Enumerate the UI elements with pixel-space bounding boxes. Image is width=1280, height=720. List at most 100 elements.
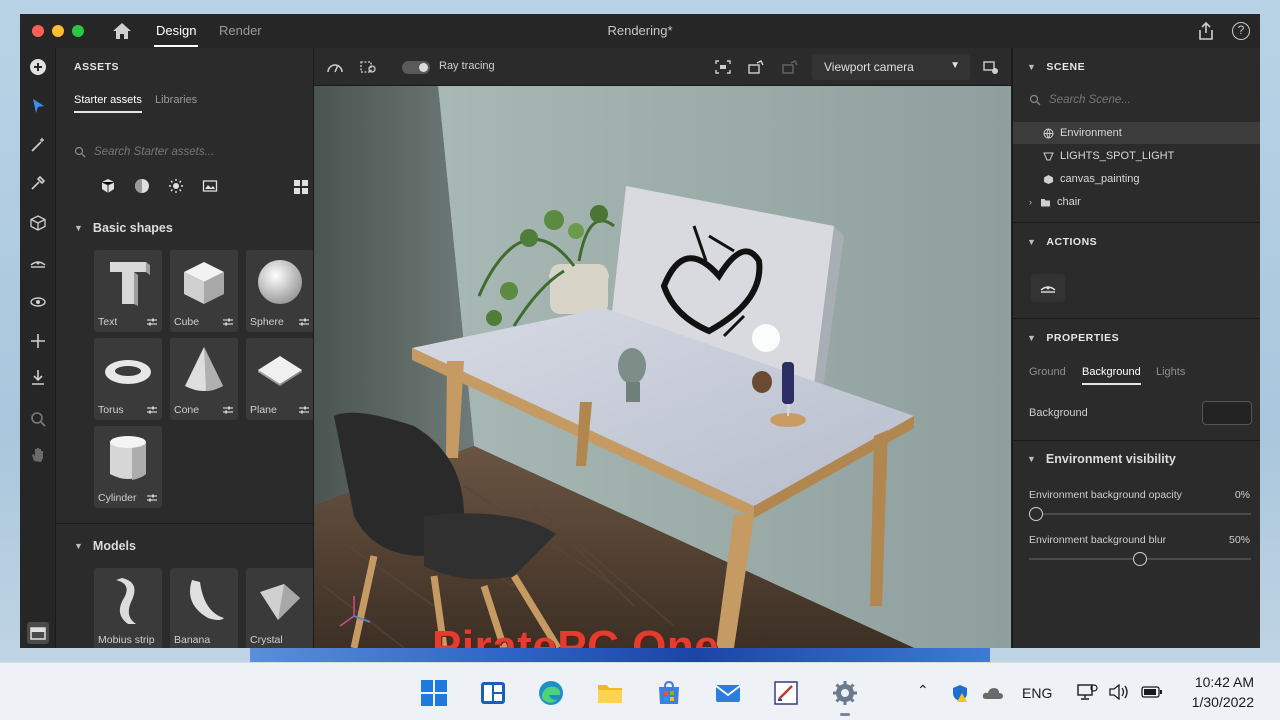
mail-icon[interactable] [714,679,742,707]
help-icon[interactable]: ? [1232,22,1250,40]
camera-move-icon[interactable] [747,59,765,75]
grid-view-icon[interactable] [293,179,309,195]
assets-title: ASSETS [74,61,120,73]
asset-tile-crystal[interactable]: Crystal [246,568,313,648]
search-icon [1029,94,1041,106]
basic-shapes-header[interactable]: ▼ Basic shapes [74,221,173,235]
models-header[interactable]: ▼ Models [74,539,136,553]
eyedropper-icon[interactable] [27,172,49,194]
asset-tile-cylinder[interactable]: Cylinder [94,426,162,508]
chevron-right-icon[interactable]: › [1029,197,1032,207]
network-icon[interactable] [1076,683,1098,701]
volume-icon[interactable] [1108,684,1130,700]
scene-header[interactable]: ▼ SCENE [1027,61,1085,73]
asset-tile-torus[interactable]: Torus [94,338,162,420]
onedrive-icon[interactable] [982,686,1004,700]
share-icon[interactable] [1196,21,1216,41]
section-divider [56,523,313,524]
render-settings-icon[interactable] [359,59,377,75]
asset-tile-cube[interactable]: Cube [170,250,238,332]
edge-icon[interactable] [537,679,565,707]
opacity-slider[interactable] [1029,507,1251,521]
panel-toggle-icon[interactable] [27,622,49,644]
actions-header[interactable]: ▼ ACTIONS [1027,236,1097,248]
viewport-camera-select[interactable]: Viewport camera ▼ [812,54,970,80]
settings-sliders-icon[interactable] [222,317,234,327]
watermark-text: PiratePC.One [432,622,720,648]
asset-tile-text[interactable]: Text [94,250,162,332]
frame-icon[interactable] [714,59,732,75]
settings-icon[interactable] [831,679,859,707]
language-indicator[interactable]: ENG [1022,685,1052,701]
chevron-down-icon: ▼ [1027,62,1037,72]
blur-slider-handle[interactable] [1133,552,1147,566]
tab-starter-assets[interactable]: Starter assets [74,94,142,113]
scene-item-canvas-painting[interactable]: canvas_painting [1013,168,1260,190]
banana-icon [190,580,224,620]
magic-wand-icon[interactable] [27,134,49,156]
scene-item-chair[interactable]: › chair [1013,191,1260,213]
scene-item-environment[interactable]: Environment [1013,122,1260,144]
images-filter-icon[interactable] [202,178,218,194]
settings-sliders-icon[interactable] [146,405,158,415]
cube-shape-icon [184,262,224,304]
camera-bookmark-icon[interactable] [781,59,799,75]
orbit-icon[interactable] [27,291,49,313]
hand-icon[interactable] [27,444,49,466]
tile-label: Sphere [250,316,284,328]
asset-tile-mobius-strip[interactable]: Mobius strip [94,568,162,648]
tab-background[interactable]: Background [1082,366,1141,385]
clock-date[interactable]: 1/30/2022 [1192,694,1254,710]
add-icon[interactable] [27,56,49,78]
security-warning-icon[interactable] [950,683,970,703]
horizon-action-button[interactable] [1031,274,1065,302]
properties-header[interactable]: ▼ PROPERTIES [1027,332,1119,344]
viewport-canvas[interactable]: PiratePC.One [314,86,1011,648]
settings-sliders-icon[interactable] [222,405,234,415]
cube-icon[interactable] [27,212,49,234]
zoom-icon[interactable] [27,408,49,430]
asset-tile-plane[interactable]: Plane [246,338,313,420]
opacity-slider-handle[interactable] [1029,507,1043,521]
ray-tracing-toggle[interactable] [402,61,430,74]
store-icon[interactable] [655,679,683,707]
blur-slider[interactable] [1029,552,1251,566]
background-color-swatch[interactable] [1202,401,1252,425]
lights-filter-icon[interactable] [168,178,184,194]
settings-sliders-icon[interactable] [298,317,310,327]
battery-icon[interactable] [1141,686,1163,698]
materials-filter-icon[interactable] [134,178,150,194]
tab-lights[interactable]: Lights [1156,366,1185,378]
tools-toolbar [20,48,56,648]
horizon-icon[interactable] [27,252,49,274]
speedometer-icon[interactable] [326,59,344,75]
drop-to-ground-icon[interactable] [27,366,49,388]
chevron-up-icon[interactable]: ⌃ [917,682,929,699]
tile-label: Crystal [250,634,283,646]
models-filter-icon[interactable] [100,178,116,194]
settings-sliders-icon[interactable] [146,317,158,327]
settings-sliders-icon[interactable] [298,405,310,415]
paint-icon[interactable] [772,679,800,707]
windows-start-icon[interactable] [420,679,448,707]
tab-libraries[interactable]: Libraries [155,94,197,106]
file-explorer-icon[interactable] [596,679,624,707]
clock-time[interactable]: 10:42 AM [1195,674,1254,690]
scene-item-spot-light[interactable]: LIGHTS_SPOT_LIGHT [1013,145,1260,167]
move-icon[interactable] [27,330,49,352]
asset-tile-banana[interactable]: Banana [170,568,238,648]
assets-search-placeholder: Search Starter assets... [94,146,215,158]
camera-settings-icon[interactable] [982,59,1000,75]
select-icon[interactable] [27,95,49,117]
environment-visibility-header[interactable]: ▼ Environment visibility [1027,452,1176,466]
asset-tile-sphere[interactable]: Sphere [246,250,313,332]
widgets-icon[interactable] [479,679,507,707]
scene-search-input[interactable]: Search Scene... [1029,88,1249,112]
assets-search-input[interactable]: Search Starter assets... [74,140,294,164]
active-app-indicator [840,713,850,716]
settings-sliders-icon[interactable] [146,493,158,503]
tab-ground[interactable]: Ground [1029,366,1066,378]
asset-tile-cone[interactable]: Cone [170,338,238,420]
opacity-label: Environment background opacity [1029,489,1182,501]
title-bar: Design Render Rendering* ? [20,14,1260,48]
